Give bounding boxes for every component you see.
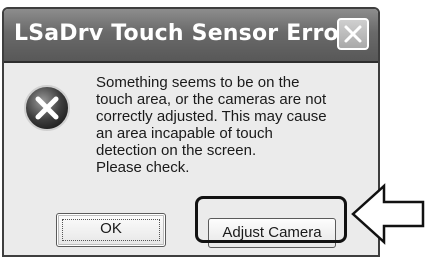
message-line: Please check.	[96, 159, 190, 176]
focus-rectangle	[62, 219, 160, 241]
message-line: correctly adjusted. This may cause	[96, 108, 327, 125]
ok-button[interactable]: OK	[56, 213, 166, 247]
dialog-title: LSaDrv Touch Sensor Error	[14, 21, 350, 46]
message-line: Something seems to be on the	[96, 74, 300, 91]
message-line: an area incapable of touch	[96, 125, 273, 142]
highlight-box	[195, 196, 347, 243]
close-icon	[344, 25, 362, 43]
error-message: Something seems to be on the touch area,…	[96, 74, 364, 176]
screenshot-stage: LSaDrv Touch Sensor Error Something seem…	[0, 0, 428, 259]
message-line: touch area, or the cameras are not	[96, 91, 327, 108]
title-bar[interactable]: LSaDrv Touch Sensor Error	[4, 9, 378, 63]
message-line: detection on the screen.	[96, 142, 257, 159]
error-icon	[24, 85, 70, 131]
close-button[interactable]	[337, 18, 369, 50]
left-arrow-icon	[351, 183, 425, 245]
